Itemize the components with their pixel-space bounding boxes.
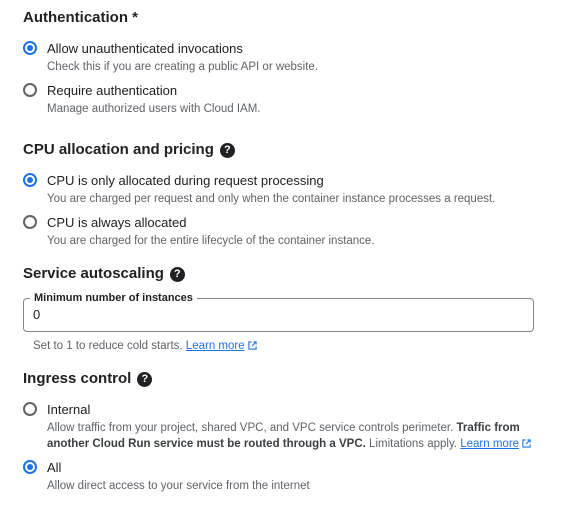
open-in-new-icon[interactable] <box>522 439 531 448</box>
radio-label: Allow unauthenticated invocations <box>47 41 243 56</box>
service-autoscaling-title: Service autoscaling ? <box>23 264 185 284</box>
cpu-allocation-title: CPU allocation and pricing ? <box>23 140 235 160</box>
radio-button-checked[interactable] <box>23 173 37 187</box>
radio-ingress-all[interactable]: All Allow direct access to your service … <box>23 459 310 494</box>
radio-label: All <box>47 460 62 475</box>
radio-button-checked[interactable] <box>23 460 37 474</box>
radio-description: You are charged for the entire lifecycle… <box>47 235 375 247</box>
autoscaling-hint: Set to 1 to reduce cold starts. Learn mo… <box>33 338 257 354</box>
ingress-internal-desc-2: Limitations apply. <box>369 438 458 450</box>
service-autoscaling-title-text: Service autoscaling <box>23 265 164 282</box>
min-instances-input[interactable] <box>33 307 513 322</box>
radio-description: Manage authorized users with Cloud IAM. <box>47 103 261 115</box>
ingress-control-title-text: Ingress control <box>23 370 132 387</box>
radio-description: Allow traffic from your project, shared … <box>47 420 543 452</box>
authentication-title-text: Authentication * <box>23 9 138 26</box>
radio-description: Allow direct access to your service from… <box>47 480 310 492</box>
radio-require-authentication[interactable]: Require authentication Manage authorized… <box>23 82 261 117</box>
radio-cpu-request-only[interactable]: CPU is only allocated during request pro… <box>23 172 495 207</box>
authentication-title: Authentication * <box>23 8 138 28</box>
help-icon[interactable]: ? <box>219 142 235 158</box>
help-icon[interactable]: ? <box>137 371 153 387</box>
radio-cpu-always[interactable]: CPU is always allocated You are charged … <box>23 214 375 249</box>
min-instances-field[interactable]: Minimum number of instances <box>23 291 534 332</box>
radio-button[interactable] <box>23 402 37 416</box>
radio-button[interactable] <box>23 215 37 229</box>
autoscaling-hint-text: Set to 1 to reduce cold starts. <box>33 340 183 352</box>
radio-description: Check this if you are creating a public … <box>47 61 319 73</box>
radio-description: You are charged per request and only whe… <box>47 193 496 205</box>
radio-label: CPU is only allocated during request pro… <box>47 173 324 188</box>
ingress-internal-desc: Allow traffic from your project, shared … <box>47 422 454 434</box>
ingress-control-title: Ingress control ? <box>23 369 153 389</box>
learn-more-link[interactable]: Learn more <box>460 438 519 450</box>
radio-label: Require authentication <box>47 83 178 98</box>
min-instances-label: Minimum number of instances <box>30 291 197 305</box>
radio-label: Internal <box>47 402 91 417</box>
help-icon[interactable]: ? <box>169 266 185 282</box>
radio-allow-unauthenticated[interactable]: Allow unauthenticated invocations Check … <box>23 40 318 75</box>
cpu-allocation-title-text: CPU allocation and pricing <box>23 141 214 158</box>
radio-label: CPU is always allocated <box>47 215 187 230</box>
radio-ingress-internal[interactable]: Internal Allow traffic from your project… <box>23 401 543 452</box>
learn-more-link[interactable]: Learn more <box>186 340 245 352</box>
radio-button-checked[interactable] <box>23 41 37 55</box>
open-in-new-icon[interactable] <box>247 341 257 350</box>
radio-button[interactable] <box>23 83 37 97</box>
